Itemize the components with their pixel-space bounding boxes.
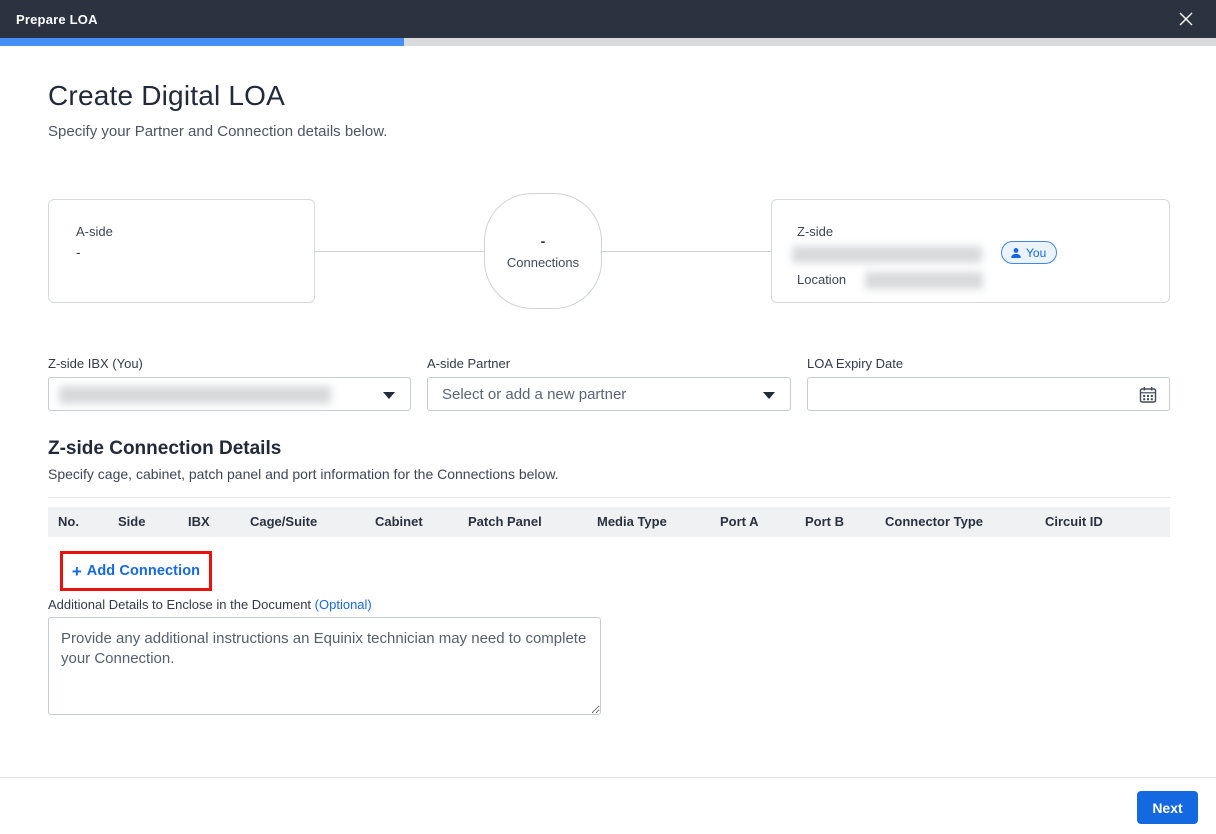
- connection-details-title: Z-side Connection Details: [48, 438, 281, 460]
- a-side-value: -: [76, 244, 81, 260]
- a-side-partner-placeholder: Select or add a new partner: [428, 386, 626, 403]
- loa-expiry-label: LOA Expiry Date: [807, 356, 903, 371]
- chevron-down-icon: [383, 392, 395, 399]
- z-side-value-redacted: [792, 246, 982, 263]
- a-side-card: A-side -: [48, 199, 315, 303]
- additional-details-label-text: Additional Details to Enclose in the Doc…: [48, 597, 311, 612]
- connections-caption: Connections: [507, 255, 579, 270]
- you-badge-label: You: [1026, 246, 1046, 260]
- table-top-divider: [48, 497, 1170, 498]
- z-side-card: Z-side You Location: [771, 199, 1170, 303]
- a-side-label: A-side: [76, 224, 113, 239]
- connections-table-header: No. Side IBX Cage/Suite Cabinet Patch Pa…: [48, 507, 1170, 537]
- location-label: Location: [797, 272, 846, 287]
- column-header-patch-panel: Patch Panel: [468, 507, 542, 537]
- annotation-highlight-red: + Add Connection: [60, 551, 212, 591]
- modal-header: Prepare LOA: [0, 0, 1216, 38]
- add-connection-button[interactable]: + Add Connection: [63, 554, 209, 588]
- connector-line-left: [315, 251, 484, 252]
- modal-title: Prepare LOA: [0, 12, 98, 27]
- column-header-port-a: Port A: [720, 507, 759, 537]
- column-header-side: Side: [118, 507, 145, 537]
- progress-bar-fill: [0, 38, 404, 46]
- z-side-ibx-value-redacted: [59, 386, 331, 404]
- optional-tag: (Optional): [315, 597, 372, 612]
- connections-counter: - Connections: [484, 193, 602, 309]
- page-subtitle: Specify your Partner and Connection deta…: [48, 123, 387, 140]
- connector-line-right: [602, 251, 771, 252]
- next-button[interactable]: Next: [1137, 791, 1198, 824]
- close-icon: [1177, 10, 1195, 28]
- z-side-ibx-label: Z-side IBX (You): [48, 356, 143, 371]
- connection-details-subtitle: Specify cage, cabinet, patch panel and p…: [48, 466, 559, 482]
- column-header-connector-type: Connector Type: [885, 507, 983, 537]
- column-header-media-type: Media Type: [597, 507, 667, 537]
- column-header-cage-suite: Cage/Suite: [250, 507, 317, 537]
- location-value-redacted: [865, 272, 983, 289]
- z-side-ibx-select[interactable]: [48, 377, 411, 411]
- footer-divider: [0, 777, 1216, 778]
- connections-count: -: [541, 233, 546, 249]
- z-side-label: Z-side: [797, 224, 833, 239]
- additional-details-label: Additional Details to Enclose in the Doc…: [48, 597, 372, 612]
- progress-bar-track: [0, 38, 1216, 46]
- a-side-partner-select[interactable]: Select or add a new partner: [427, 377, 791, 411]
- chevron-down-icon: [763, 392, 775, 399]
- column-header-ibx: IBX: [188, 507, 210, 537]
- page-title: Create Digital LOA: [48, 80, 285, 112]
- plus-icon: +: [72, 563, 82, 580]
- additional-details-textarea[interactable]: [48, 617, 601, 715]
- add-connection-label: Add Connection: [87, 563, 200, 579]
- column-header-port-b: Port B: [805, 507, 844, 537]
- close-button[interactable]: [1166, 0, 1206, 38]
- person-icon: [1010, 247, 1022, 259]
- column-header-cabinet: Cabinet: [375, 507, 423, 537]
- you-badge: You: [1001, 241, 1057, 264]
- column-header-no: No.: [58, 507, 79, 537]
- a-side-partner-label: A-side Partner: [427, 356, 510, 371]
- column-header-circuit-id: Circuit ID: [1045, 507, 1103, 537]
- loa-expiry-date-input[interactable]: [807, 377, 1170, 411]
- calendar-icon[interactable]: [1139, 386, 1157, 409]
